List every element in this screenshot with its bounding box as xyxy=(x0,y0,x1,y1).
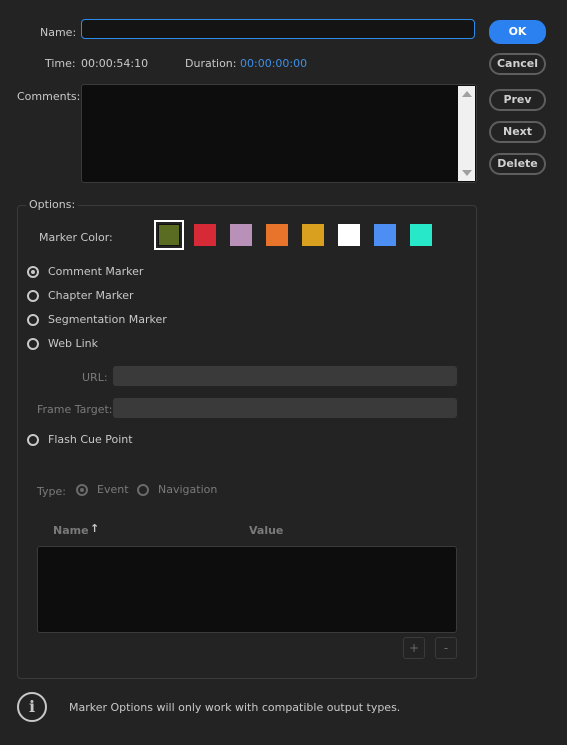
comments-textarea[interactable] xyxy=(81,84,477,183)
options-title: Options: xyxy=(26,198,79,211)
frame-target-label: Frame Target: xyxy=(37,403,113,416)
delete-button[interactable]: Delete xyxy=(489,153,546,175)
scroll-up-icon[interactable] xyxy=(462,91,472,97)
marker-color-swatch[interactable] xyxy=(266,224,288,246)
marker-color-swatch[interactable] xyxy=(302,224,324,246)
comment-marker-label[interactable]: Comment Marker xyxy=(48,265,143,278)
chapter-marker-label[interactable]: Chapter Marker xyxy=(48,289,134,302)
sort-ascending-icon[interactable]: ↑ xyxy=(90,522,99,535)
marker-color-swatch[interactable] xyxy=(194,224,216,246)
remove-parameter-button[interactable]: - xyxy=(435,637,457,659)
table-header-value[interactable]: Value xyxy=(249,524,283,537)
comment-marker-radio[interactable] xyxy=(27,266,39,278)
type-event-label[interactable]: Event xyxy=(97,483,129,496)
type-navigation-label[interactable]: Navigation xyxy=(158,483,217,496)
segmentation-marker-label[interactable]: Segmentation Marker xyxy=(48,313,167,326)
type-event-radio[interactable] xyxy=(76,484,88,496)
url-label: URL: xyxy=(82,371,108,384)
time-label: Time: xyxy=(45,57,76,70)
marker-color-label: Marker Color: xyxy=(39,231,113,244)
frame-target-field[interactable] xyxy=(113,398,457,418)
url-field[interactable] xyxy=(113,366,457,386)
comments-scrollbar[interactable] xyxy=(458,86,475,181)
cancel-button[interactable]: Cancel xyxy=(489,53,546,75)
marker-color-swatch[interactable] xyxy=(154,220,184,250)
flash-cue-point-radio[interactable] xyxy=(27,434,39,446)
web-link-radio[interactable] xyxy=(27,338,39,350)
flash-cue-point-label[interactable]: Flash Cue Point xyxy=(48,433,133,446)
type-label: Type: xyxy=(37,485,66,498)
time-value: 00:00:54:10 xyxy=(81,57,149,70)
segmentation-marker-radio[interactable] xyxy=(27,314,39,326)
web-link-label[interactable]: Web Link xyxy=(48,337,98,350)
chapter-marker-radio[interactable] xyxy=(27,290,39,302)
duration-label: Duration: xyxy=(185,57,237,70)
add-parameter-button[interactable]: + xyxy=(403,637,425,659)
name-label: Name: xyxy=(40,26,77,39)
marker-color-swatch[interactable] xyxy=(338,224,360,246)
marker-color-swatch[interactable] xyxy=(410,224,432,246)
scroll-down-icon[interactable] xyxy=(462,170,472,176)
footer-message: Marker Options will only work with compa… xyxy=(69,701,401,714)
next-button[interactable]: Next xyxy=(489,121,546,143)
type-navigation-radio[interactable] xyxy=(137,484,149,496)
prev-button[interactable]: Prev xyxy=(489,89,546,111)
comments-label: Comments: xyxy=(17,90,81,103)
marker-color-swatch[interactable] xyxy=(374,224,396,246)
ok-button[interactable]: OK xyxy=(489,20,546,44)
table-header-name[interactable]: Name xyxy=(53,524,89,537)
duration-value[interactable]: 00:00:00:00 xyxy=(240,57,307,70)
parameters-table[interactable] xyxy=(37,546,457,633)
name-input[interactable] xyxy=(81,19,475,39)
info-icon: i xyxy=(17,692,47,722)
marker-color-swatch[interactable] xyxy=(230,224,252,246)
